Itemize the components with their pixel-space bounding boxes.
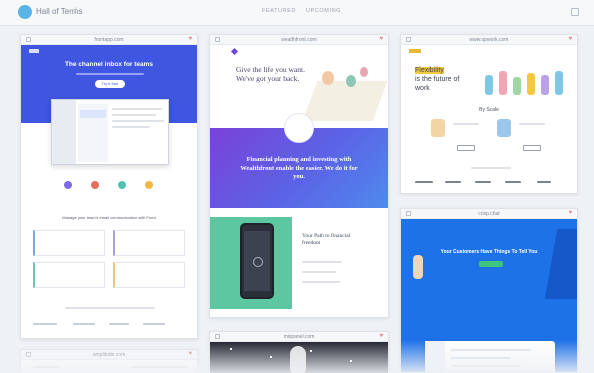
logo-icon[interactable] — [18, 5, 32, 19]
card-title: mixpanel.com — [283, 334, 315, 340]
scale-text — [519, 123, 545, 125]
phone-mockup — [240, 223, 274, 299]
section-text — [302, 261, 342, 263]
illustration-figure — [322, 71, 334, 85]
site-logo — [409, 49, 421, 53]
cta-button[interactable]: Try it free — [95, 80, 125, 88]
heart-icon[interactable]: ♥ — [379, 36, 383, 42]
section-heading: By Scale — [479, 107, 499, 113]
card-title: wealthfront.com — [281, 37, 317, 43]
feature-icon-4 — [145, 181, 153, 189]
site-card-upwork[interactable]: www.upwork.com ♥ Flexibility is the futu… — [400, 34, 578, 194]
hero-headline: Give the life you want. We've got your b… — [236, 65, 305, 83]
hero-headline-rest: is the future of work — [415, 76, 460, 92]
scale-text — [453, 123, 479, 125]
banner-text: Financial planning and investing with We… — [240, 156, 358, 180]
customer-logo — [73, 323, 95, 325]
heart-icon[interactable]: ♥ — [188, 36, 192, 42]
feature-box — [33, 230, 105, 256]
hero-section: Your Customers Have Things To Tell You — [401, 219, 577, 372]
scale-illustration — [497, 119, 511, 137]
section-text — [302, 281, 340, 283]
feature-box — [113, 230, 185, 256]
learn-more-button[interactable] — [457, 145, 475, 151]
site-card-mixpanel[interactable]: mixpanel.com ♥ — [209, 331, 389, 373]
card-header: amplitude.com ♥ — [21, 350, 197, 360]
heart-icon[interactable]: ♥ — [188, 351, 192, 357]
customer-logo — [33, 323, 57, 325]
site-card-frontapp[interactable]: frontapp.com ♥ The channel inbox for tea… — [20, 34, 198, 339]
card-header: crisp.chat ♥ — [401, 209, 577, 219]
hero-subtext — [76, 73, 144, 75]
dashboard-screenshot — [425, 341, 555, 372]
menu-icon[interactable] — [571, 8, 579, 16]
card-title: amplitude.com — [92, 352, 126, 358]
card-title: crisp.chat — [478, 211, 500, 217]
customer-logo — [537, 181, 551, 183]
heart-icon[interactable]: ♥ — [568, 210, 572, 216]
customer-logo — [445, 181, 461, 183]
breadcrumb-separator: / — [74, 6, 77, 15]
heart-icon[interactable]: ♥ — [379, 333, 383, 339]
hero-headline: Flexibility — [415, 67, 475, 76]
site-logo — [230, 47, 239, 56]
card-title: frontapp.com — [94, 37, 124, 43]
card-header: www.upwork.com ♥ — [401, 35, 577, 45]
section-tagline: Manage your team's email communication w… — [62, 215, 156, 220]
customer-logo — [505, 181, 521, 183]
hero-illustration — [302, 81, 388, 121]
feature-box — [113, 262, 185, 288]
customer-logo — [109, 323, 129, 325]
trusted-heading — [471, 167, 511, 169]
customer-logo — [415, 181, 433, 183]
illustration-figure — [346, 75, 356, 87]
learn-more-button[interactable] — [523, 145, 541, 151]
card-title: www.upwork.com — [469, 37, 509, 43]
tab-featured[interactable]: FEATURED — [262, 8, 296, 14]
site-card-amplitude[interactable]: amplitude.com ♥ — [20, 349, 198, 373]
hero-headline: The channel inbox for teams — [64, 61, 154, 68]
hero-illustration — [485, 69, 569, 99]
feature-icon-2 — [91, 181, 99, 189]
customer-logo — [475, 181, 491, 183]
top-bar: Hall of Terms / FEATURED UPCOMING — [0, 0, 594, 26]
heart-icon[interactable]: ♥ — [568, 36, 572, 42]
hero-character — [413, 255, 423, 279]
scale-illustration — [431, 119, 445, 137]
decor-shape — [544, 229, 577, 299]
cta-button[interactable] — [479, 261, 503, 267]
site-logo — [33, 366, 59, 368]
section-text — [302, 271, 336, 273]
card-header: wealthfront.com ♥ — [210, 35, 388, 45]
badge-circle — [284, 113, 314, 143]
feature-icon-1 — [64, 181, 72, 189]
customers-heading — [65, 307, 155, 309]
site-card-wealthfront[interactable]: wealthfront.com ♥ Give the life you want… — [209, 34, 389, 318]
card-header: mixpanel.com ♥ — [210, 332, 388, 342]
site-nav — [131, 366, 187, 368]
site-logo — [29, 49, 39, 53]
customer-logo — [143, 323, 165, 325]
site-card-crisp[interactable]: crisp.chat ♥ Your Customers Have Things … — [400, 208, 578, 373]
hero-graphic — [290, 346, 306, 373]
app-screenshot — [51, 99, 169, 165]
tab-upcoming[interactable]: UPCOMING — [306, 8, 341, 14]
illustration-figure — [360, 67, 368, 77]
hero-headline: Your Customers Have Things To Tell You — [440, 249, 538, 255]
highlight-word: Flexibility — [415, 67, 444, 74]
feature-icon-3 — [118, 181, 126, 189]
feature-box — [33, 262, 105, 288]
section-heading: Your Path to financial freedom — [302, 233, 351, 246]
card-header: frontapp.com ♥ — [21, 35, 197, 45]
hero-section — [210, 342, 388, 373]
